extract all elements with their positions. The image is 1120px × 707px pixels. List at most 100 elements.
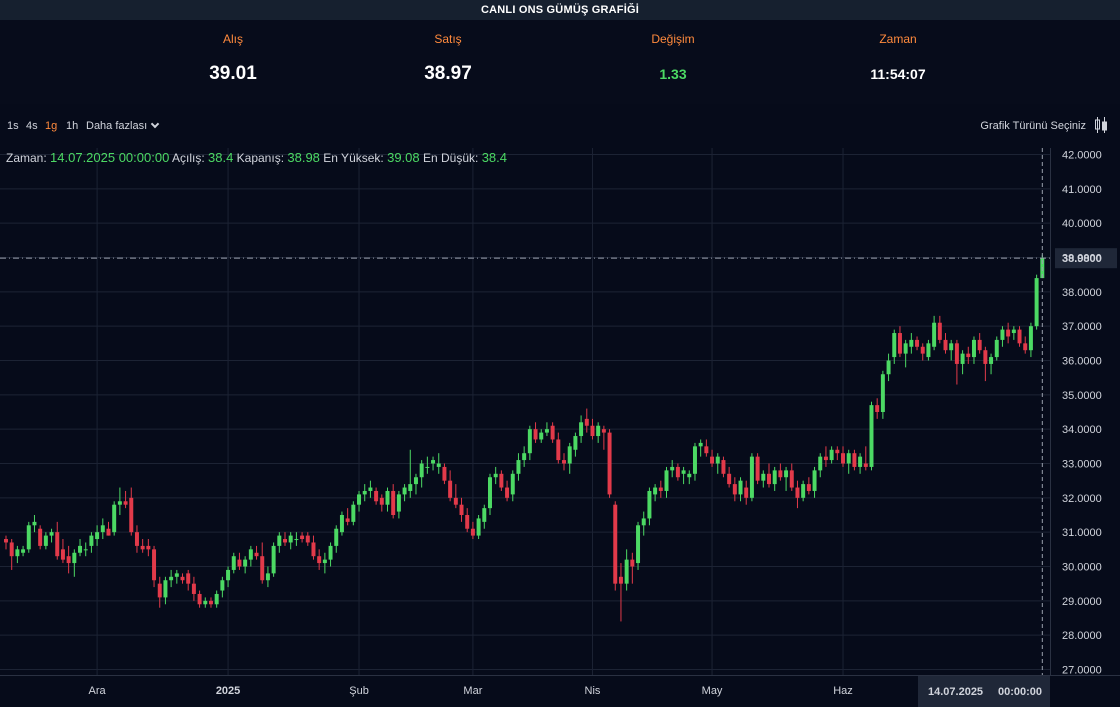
bid-label: Alış [222,32,243,46]
candle-body [630,559,635,567]
candle-body [328,545,333,560]
candle-body [106,528,111,536]
y-tick-label: 29.0000 [1062,596,1102,608]
chart-type-selector[interactable]: Grafik Türünü Seçiniz [980,120,1086,132]
y-tick-label: 27.0000 [1062,665,1102,677]
candle-body [21,549,26,553]
ohlc-high-label: En Yüksek: [323,151,384,165]
candle-body [801,484,806,498]
bid-value: 39.01 [209,63,257,84]
candle-body [436,463,441,467]
change-label: Değişim [651,32,695,46]
candle-body [197,593,202,605]
candle-body [339,515,344,533]
candle-body [732,484,737,495]
candle-body [134,532,139,546]
candle-body [818,456,823,471]
x-tick-label: Mar [463,685,482,697]
candle-body [510,473,515,495]
candle-body [505,487,510,498]
candle-body [248,549,253,560]
candle-body [590,425,595,437]
timeframe-1g[interactable]: 1g [45,120,57,132]
candle-body [322,559,327,564]
candlestick-chart[interactable]: 38.980014.07.2025 00:00:00 42.000041.0000… [0,148,1120,707]
candle-body [362,490,367,495]
chevron-down-icon [150,119,160,129]
candle-body [83,549,88,551]
candle-body [698,442,703,447]
candle-body [203,600,208,605]
x-tick-label: Haz [833,685,853,697]
candle-body [954,343,959,364]
candle-body [806,484,811,491]
timeframe-4s[interactable]: 4s [26,120,38,132]
candle-body [43,535,48,546]
x-tick-label: May [702,685,723,697]
y-tick-label: 41.0000 [1062,184,1102,196]
x-tick-label: Şub [349,685,369,697]
candle-body [778,470,783,478]
candle-body [858,456,863,467]
ohlc-low-value: 38.4 [481,150,507,165]
candle-body [470,528,475,536]
candle-body [442,466,447,481]
candle-body [38,528,43,546]
candle-body [994,339,999,358]
y-tick-label: 34.0000 [1062,424,1102,436]
candle-body [704,446,709,454]
candle-body [744,487,749,498]
candle-body [402,487,407,495]
candle-body [351,504,356,522]
candle-body [311,542,316,557]
candle-body [664,470,669,491]
candle-body [448,480,453,498]
candle-body [835,449,840,454]
candle-body [1000,329,1005,340]
candle-body [32,521,37,526]
candle-body [937,322,942,340]
y-tick-label: 40.0000 [1062,218,1102,230]
candle-body [926,343,931,358]
candle-body [214,593,219,605]
candle-body [1017,329,1022,344]
candle-body [294,539,299,541]
candle-body [231,556,236,570]
candle-body [112,504,117,533]
candle-body [78,545,83,553]
candle-body [909,339,914,347]
ohlc-high-value: 39.08 [387,150,420,165]
candle-body [596,425,601,437]
candle-body [66,556,71,564]
more-timeframes-dropdown[interactable]: Daha fazlası [86,119,160,132]
timeframe-1h[interactable]: 1h [66,120,78,132]
candle-body [971,339,976,358]
crosshair-layer: 38.980014.07.2025 00:00:00 [0,148,1117,707]
candle-body [613,504,618,584]
price-stats-panel: Alış 39.01 Satış 38.97 Değişim 1.33 Zama… [0,20,1120,104]
y-tick-label: 38.0000 [1062,287,1102,299]
candle-body [396,494,401,512]
candle-body [556,439,561,461]
candle-body [567,446,572,464]
timeframe-1s[interactable]: 1s [7,120,19,132]
candle-body [653,487,658,495]
candle-body [379,497,384,505]
candle-body [487,477,492,509]
candle-body [431,460,436,464]
candle-body [749,456,754,498]
y-tick-label: 36.0000 [1062,356,1102,368]
candlestick-icon[interactable] [1094,116,1108,134]
candle-body [601,429,606,433]
candle-body [174,573,179,577]
candle-body [55,532,60,557]
candle-body [300,535,305,540]
time-label: Zaman [879,32,917,46]
candle-body [243,559,248,567]
candle-body [897,333,902,354]
candle-body [305,535,310,543]
y-tick-label: 39.0000 [1062,253,1102,265]
candle-body [60,549,65,560]
candle-body [357,494,362,505]
candle-body [95,532,100,540]
